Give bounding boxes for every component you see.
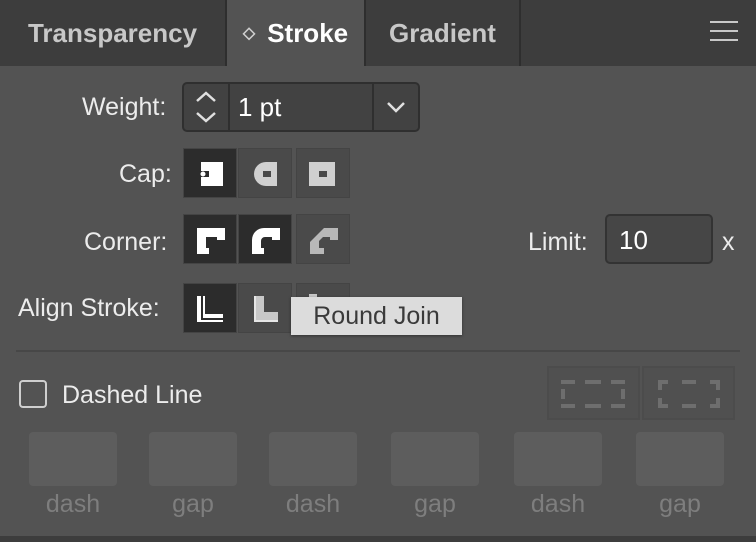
tooltip: Round Join — [291, 297, 462, 335]
dash-align-corners-button[interactable] — [642, 366, 735, 420]
gap-2-input[interactable] — [391, 432, 479, 486]
gap-1-label: gap — [172, 490, 214, 518]
bevel-join-button[interactable] — [296, 214, 350, 264]
gap-3-input[interactable] — [636, 432, 724, 486]
gap-3-label: gap — [659, 490, 701, 518]
section-divider — [16, 350, 740, 352]
weight-input[interactable]: 1 pt — [238, 92, 281, 123]
weight-stepper[interactable] — [184, 84, 230, 130]
tab-gradient[interactable]: Gradient — [366, 0, 519, 66]
limit-unit: x — [722, 228, 735, 256]
round-join-icon — [252, 228, 280, 254]
limit-label: Limit: — [528, 228, 588, 256]
tab-divider — [519, 0, 521, 66]
miter-join-button[interactable] — [183, 214, 237, 264]
dash-3-label: dash — [530, 490, 586, 518]
tab-transparency-label: Transparency — [27, 17, 198, 48]
projecting-cap-icon — [309, 162, 335, 186]
bevel-join-icon — [310, 228, 338, 254]
butt-cap-icon — [200, 162, 223, 186]
align-stroke-inside-button[interactable] — [238, 283, 292, 333]
stepper-arrows-icon — [196, 91, 216, 123]
projecting-cap-button[interactable] — [296, 148, 350, 198]
gap-1-input[interactable] — [149, 432, 237, 486]
hamburger-menu-icon[interactable] — [710, 21, 738, 43]
miter-join-icon — [197, 228, 225, 254]
tab-stroke-indicator-icon: ◇ — [242, 25, 256, 42]
dash-2-input[interactable] — [269, 432, 357, 486]
dashed-line-label: Dashed Line — [62, 381, 203, 409]
dash-2-label: dash — [285, 490, 341, 518]
dash-align-exact-button[interactable] — [547, 366, 640, 420]
tab-transparency[interactable]: Transparency — [0, 0, 225, 66]
align-stroke-label: Align Stroke: — [18, 294, 160, 322]
dash-corners-icon — [658, 380, 720, 408]
panel-tab-bar: Transparency ◇ Stroke Gradient — [0, 0, 756, 66]
dash-1-input[interactable] — [29, 432, 117, 486]
dash-3-input[interactable] — [514, 432, 602, 486]
cap-label: Cap: — [119, 160, 172, 188]
chevron-down-icon — [387, 102, 405, 113]
round-join-button[interactable] — [238, 214, 292, 264]
weight-label: Weight: — [82, 93, 167, 121]
weight-control: 1 pt — [182, 82, 420, 132]
round-cap-button[interactable] — [238, 148, 292, 198]
limit-input[interactable]: 10 — [605, 214, 713, 264]
align-inside-icon — [254, 296, 278, 322]
round-cap-icon — [254, 162, 277, 186]
corner-label: Corner: — [84, 228, 168, 256]
dash-1-label: dash — [45, 490, 101, 518]
dashed-line-checkbox[interactable] — [19, 380, 47, 408]
tab-stroke-label: Stroke — [267, 17, 349, 48]
gap-2-label: gap — [414, 490, 456, 518]
align-center-icon — [197, 296, 223, 322]
panel-bottom-edge — [0, 536, 756, 542]
butt-cap-button[interactable] — [183, 148, 237, 198]
align-stroke-center-button[interactable] — [183, 283, 237, 333]
dash-exact-icon — [561, 380, 625, 408]
tab-gradient-label: Gradient — [389, 17, 496, 48]
tab-stroke[interactable]: ◇ Stroke — [227, 0, 364, 66]
weight-dropdown-button[interactable] — [372, 84, 418, 130]
